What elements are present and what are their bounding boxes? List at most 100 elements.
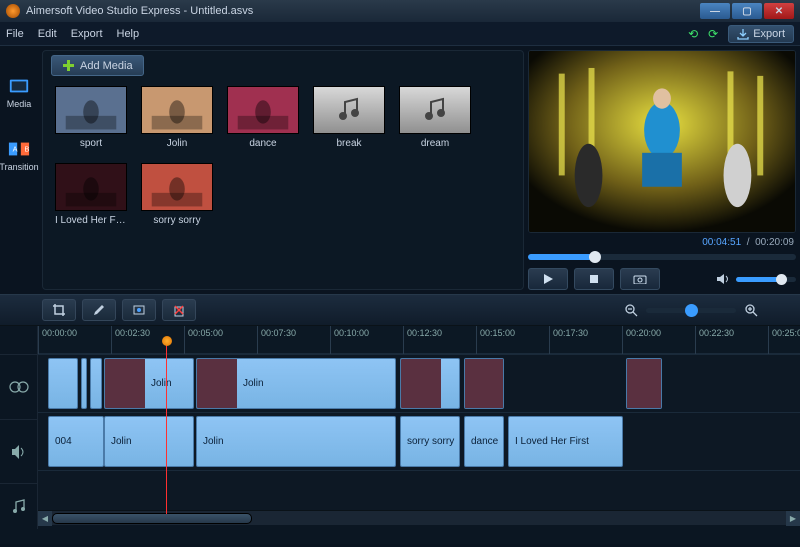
timeline-clip[interactable]: Jolin [104, 416, 194, 467]
timeline-clip[interactable] [81, 358, 87, 409]
audio-track-icon [0, 419, 38, 484]
transition-icon: AB [8, 139, 30, 159]
current-time: 00:04:51 [702, 237, 741, 248]
menu-edit[interactable]: Edit [38, 28, 57, 40]
media-icon [8, 76, 30, 96]
undo-button[interactable]: ⟲ [688, 27, 698, 41]
scrollbar-thumb[interactable] [52, 513, 252, 524]
media-item-sport[interactable]: sport [55, 86, 127, 149]
thumbnail [399, 86, 471, 134]
thumbnail [55, 163, 127, 211]
timeline-clip[interactable]: Jolin [104, 358, 194, 409]
scroll-right-button[interactable]: ▶ [786, 511, 800, 526]
play-icon [543, 274, 553, 284]
music-track-icon [0, 483, 38, 529]
timeline-clip[interactable] [400, 358, 460, 409]
zoom-slider[interactable] [646, 308, 736, 313]
thumbnail [141, 163, 213, 211]
camera-icon [633, 274, 647, 284]
timeline: 00:00:0000:02:3000:05:0000:07:3000:10:00… [0, 326, 800, 544]
clip-label: Jolin [145, 378, 178, 389]
media-panel: Add Media sportJolindancebreakdream I Lov… [42, 50, 524, 290]
horizontal-scrollbar[interactable]: ◀ ▶ [38, 510, 800, 525]
timeline-clip[interactable] [90, 358, 102, 409]
ruler-tick: 00:15:00 [476, 326, 515, 354]
thumbnail [227, 86, 299, 134]
media-item-dance[interactable]: dance [227, 86, 299, 149]
timeline-clip[interactable]: I Loved Her First [508, 416, 623, 467]
stop-button[interactable] [574, 268, 614, 290]
timeline-clip[interactable]: dance [464, 416, 504, 467]
playhead[interactable] [166, 340, 167, 514]
total-time: 00:20:09 [755, 237, 794, 248]
stop-icon [589, 274, 599, 284]
clip-label: Jolin [105, 436, 138, 447]
redo-button[interactable]: ⟳ [708, 27, 718, 41]
menu-help[interactable]: Help [117, 28, 140, 40]
volume-icon[interactable] [716, 273, 730, 285]
seek-slider[interactable] [528, 254, 796, 260]
export-button-label: Export [753, 28, 785, 40]
export-button[interactable]: Export [728, 25, 794, 43]
volume-slider[interactable] [736, 277, 796, 282]
menu-file[interactable]: File [6, 28, 24, 40]
timeline-toolbar [0, 294, 800, 326]
add-media-label: Add Media [80, 60, 133, 72]
ruler-tick: 00:10:00 [330, 326, 369, 354]
minimize-button[interactable]: — [700, 3, 730, 19]
plus-icon [62, 59, 75, 72]
preview-screen[interactable] [528, 50, 796, 233]
add-media-button[interactable]: Add Media [51, 55, 144, 76]
clip-label: sorry sorry [401, 436, 460, 447]
media-item-i-loved-her-first[interactable]: I Loved Her First [55, 163, 127, 226]
timeline-clip[interactable]: I Love [626, 358, 662, 409]
crop-button[interactable] [42, 299, 76, 321]
clip-thumbnail [197, 359, 237, 408]
clip-label: Jolin [237, 378, 270, 389]
edit-button[interactable] [82, 299, 116, 321]
left-nav: Media AB Transition [0, 46, 38, 294]
effect-icon [132, 303, 146, 317]
media-item-dream[interactable]: dream [399, 86, 471, 149]
nav-transition[interactable]: AB Transition [0, 139, 39, 172]
media-item-sorry-sorry[interactable]: sorry sorry [141, 163, 213, 226]
media-item-label: I Loved Her First [55, 215, 127, 226]
zoom-out-icon[interactable] [624, 303, 638, 317]
ruler-tick: 00:12:30 [403, 326, 442, 354]
crop-icon [52, 303, 66, 317]
delete-button[interactable] [162, 299, 196, 321]
maximize-button[interactable]: ▢ [732, 3, 762, 19]
zoom-in-icon[interactable] [744, 303, 758, 317]
clip-label: 004 [49, 436, 78, 447]
timeline-clip[interactable]: Jolin [196, 358, 396, 409]
audio-track[interactable]: 004 Jolin Jolin sorry sorry dance I Loved Her… [38, 412, 800, 470]
video-track[interactable]: Jolin Jolin I Love [38, 354, 800, 412]
timeline-clip[interactable] [48, 358, 78, 409]
timeline-clip[interactable]: 004 [48, 416, 104, 467]
close-button[interactable]: ✕ [764, 3, 794, 19]
ruler-tick: 00:22:30 [695, 326, 734, 354]
media-item-label: sorry sorry [153, 215, 200, 226]
timeline-clip[interactable]: sorry sorry [400, 416, 460, 467]
ruler-tick: 00:25:00 [768, 326, 800, 354]
nav-media[interactable]: Media [7, 76, 32, 109]
preview-time: 00:04:51 / 00:20:09 [528, 233, 796, 252]
nav-media-label: Media [7, 99, 32, 109]
clip-label: dance [465, 436, 504, 447]
timeline-ruler[interactable]: 00:00:0000:02:3000:05:0000:07:3000:10:00… [38, 326, 800, 354]
timeline-clip[interactable] [464, 358, 504, 409]
pencil-icon [92, 303, 106, 317]
scroll-left-button[interactable]: ◀ [38, 511, 52, 526]
menubar: File Edit Export Help ⟲ ⟳ Export [0, 22, 800, 46]
media-item-break[interactable]: break [313, 86, 385, 149]
timeline-clip[interactable]: Jolin [196, 416, 396, 467]
menu-export[interactable]: Export [71, 28, 103, 40]
clip-thumbnail [401, 359, 441, 408]
video-track-icon [0, 354, 38, 419]
music-track[interactable] [38, 470, 800, 510]
snapshot-button[interactable] [620, 268, 660, 290]
play-button[interactable] [528, 268, 568, 290]
media-item-jolin[interactable]: Jolin [141, 86, 213, 149]
export-icon [737, 28, 749, 40]
effect-button[interactable] [122, 299, 156, 321]
